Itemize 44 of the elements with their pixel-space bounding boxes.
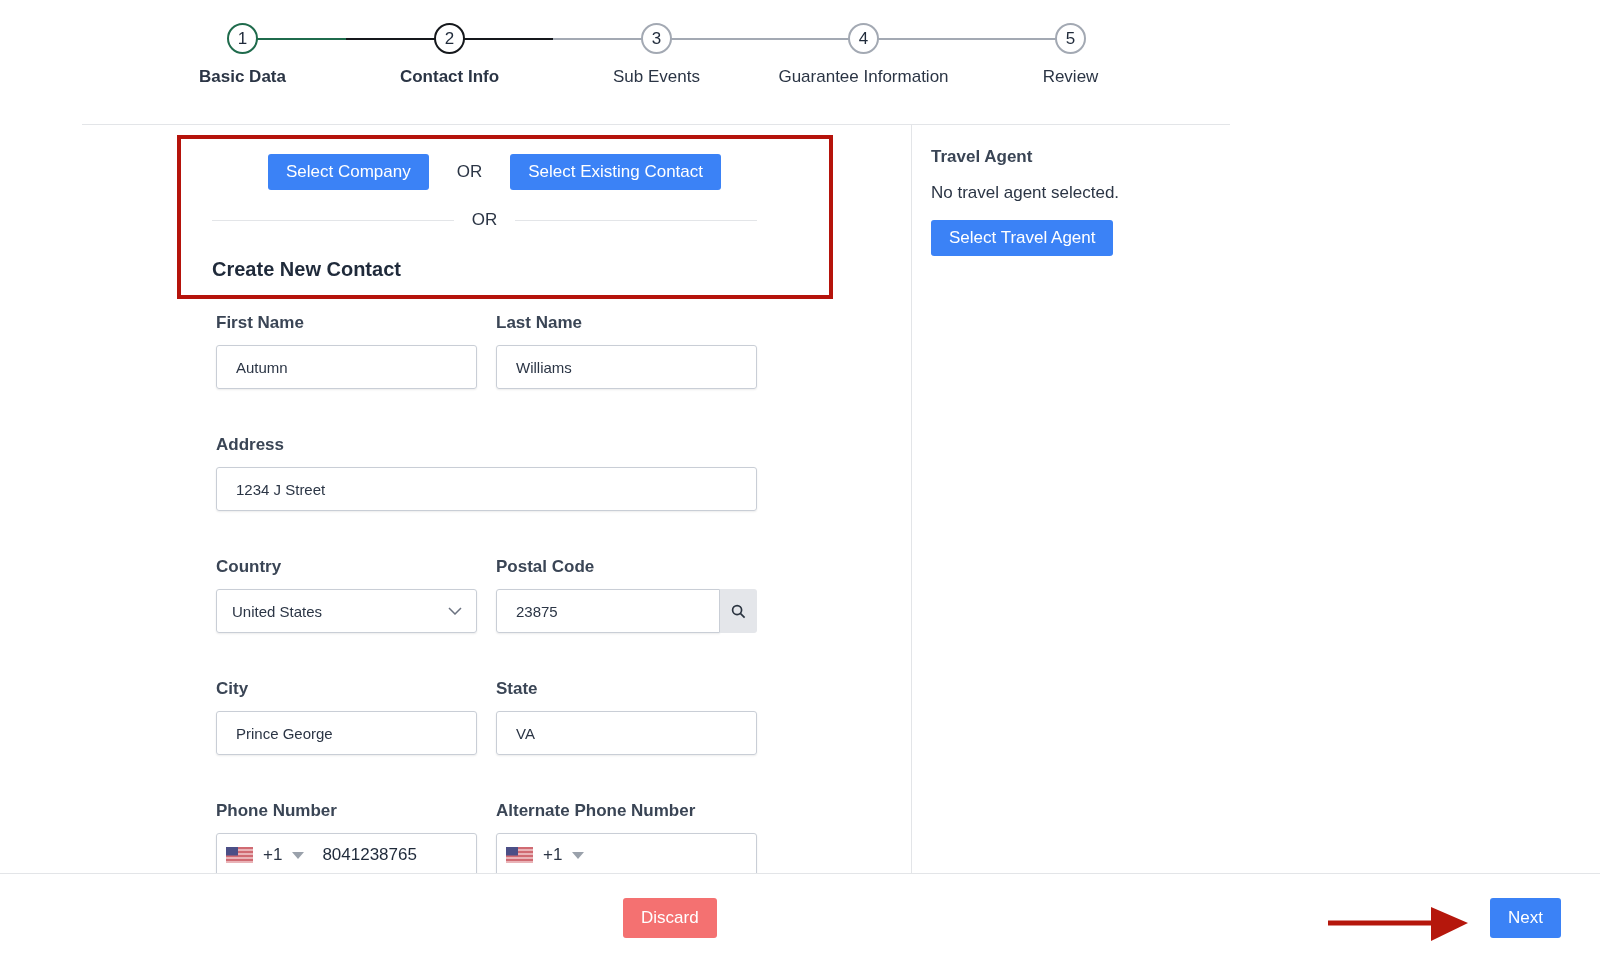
step-label: Contact Info [399, 67, 500, 87]
field-label: Alternate Phone Number [496, 801, 697, 821]
field-label: City [216, 679, 250, 699]
step-label: Basic Data [199, 67, 286, 87]
phone-field[interactable]: +1 8041238765 [216, 833, 477, 873]
field-label: Address [216, 435, 286, 455]
field-label: Postal Code [496, 557, 596, 577]
step-number[interactable]: 4 [848, 23, 879, 54]
caret-icon [292, 851, 305, 859]
field-label: Phone Number [216, 801, 338, 821]
text-field[interactable]: Williams [496, 345, 757, 389]
text-field[interactable]: 1234 J Street [216, 467, 757, 511]
step-number[interactable]: 2 [434, 23, 465, 54]
step-label: Sub Events [613, 67, 700, 87]
caret-icon [572, 851, 585, 859]
search-icon [731, 603, 746, 619]
or-text: OR [471, 210, 498, 230]
step-label: Review [1042, 67, 1099, 87]
step-label: Guarantee Information [778, 67, 949, 87]
select-travel-agent-button[interactable]: Select Travel Agent [931, 220, 1114, 256]
search-button[interactable] [720, 589, 757, 633]
phone-field[interactable]: +1 [496, 833, 757, 873]
select-contact-button[interactable]: Select Existing Contact [510, 154, 721, 190]
panel-title: Travel Agent [931, 147, 1033, 167]
flag-icon [506, 847, 533, 863]
text-field[interactable]: Autumn [216, 345, 477, 389]
section-heading: Create New Contact [212, 258, 402, 281]
step-number[interactable]: 3 [641, 23, 672, 54]
flag-icon [226, 847, 253, 863]
select-company-button[interactable]: Select Company [267, 154, 429, 190]
field-label: First Name [216, 313, 305, 333]
dropdown-field[interactable]: United States [216, 589, 477, 633]
status-message: No travel agent selected. [931, 183, 1120, 203]
field-label: Country [216, 557, 283, 577]
text-field[interactable]: VA [496, 711, 757, 755]
chevron-down-icon [448, 607, 462, 615]
step-number[interactable]: 5 [1055, 23, 1086, 54]
step-number[interactable]: 1 [227, 23, 258, 54]
or-text: OR [456, 162, 483, 182]
text-field[interactable]: Prince George [216, 711, 477, 755]
next-button[interactable]: Next [1490, 898, 1561, 938]
text-field[interactable]: 23875 [496, 589, 720, 633]
field-label: State [496, 679, 539, 699]
field-label: Last Name [496, 313, 583, 333]
